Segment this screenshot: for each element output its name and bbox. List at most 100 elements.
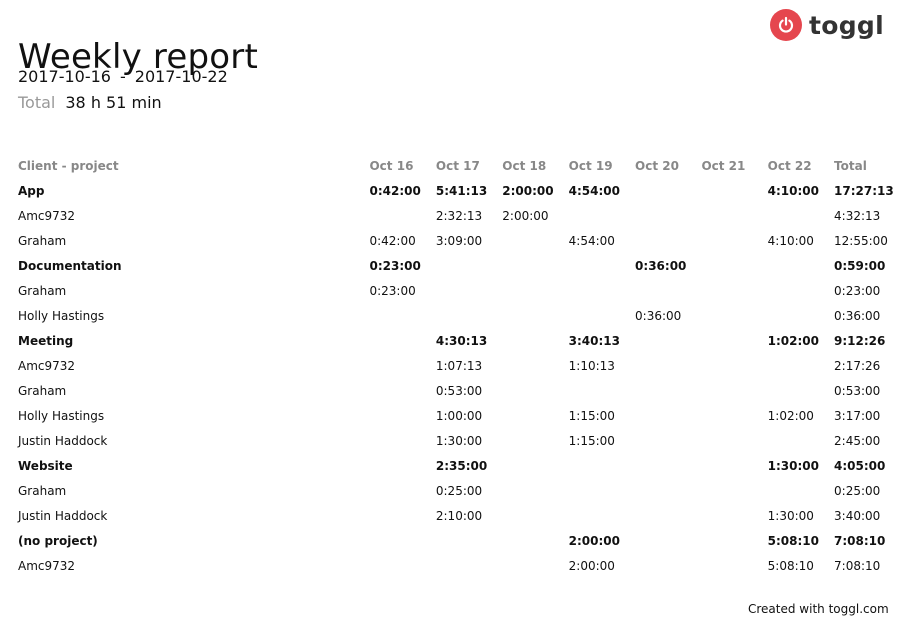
cell-oct-20 [635,178,701,203]
cell-oct-20 [635,353,701,378]
cell-total: 2:17:26 [834,358,881,373]
cell-oct-21 [701,528,767,553]
cell-oct-19 [569,278,635,303]
cell-oct-20: 0:36:00 [635,308,682,323]
cell-total: 3:40:00 [834,508,881,523]
cell-oct-18 [502,378,568,403]
cell-oct-22: 4:10:00 [767,233,814,248]
cell-oct-20 [635,378,701,403]
cell-oct-22: 1:02:00 [767,333,819,348]
project-row: Website 2:35:00 1:30:00 4:05:00 [18,453,898,478]
cell-oct-19: 2:00:00 [568,558,615,573]
cell-oct-18 [502,253,568,278]
cell-oct-22: 1:02:00 [767,408,814,423]
cell-oct-16 [369,378,435,403]
cell-total: 9:12:26 [834,333,886,348]
cell-total: 3:17:00 [834,408,881,423]
cell-client-project: Graham [18,383,67,398]
cell-oct-17: 0:53:00 [435,383,483,398]
report-table-body: App 0:42:00 5:41:13 2:00:00 4:54:00 4:10:00 17… [18,178,898,578]
cell-oct-22: 4:10:00 [767,183,819,198]
cell-oct-21 [701,303,767,328]
cell-oct-22: 5:08:10 [767,533,819,548]
client-row: Graham 0:23:00 0:23:00 [18,278,898,303]
cell-oct-21 [701,278,767,303]
client-row: Amc9732 2:32:13 2:00:00 4:32:13 [18,203,898,228]
cell-oct-19: 1:15:00 [568,408,615,423]
cell-total: 17:27:13 [834,183,894,198]
cell-oct-17: 5:41:13 [435,183,488,198]
cell-oct-18 [502,428,568,453]
column-header-oct-20: Oct 20 [635,159,679,173]
project-row: App 0:42:00 5:41:13 2:00:00 4:54:00 4:10:00 17… [18,178,898,203]
cell-oct-17 [436,528,502,553]
client-row: Graham 0:53:00 0:53:00 [18,378,898,403]
client-row: Holly Hastings 0:36:00 0:36:00 [18,303,898,328]
cell-total: 4:32:13 [834,208,881,223]
cell-oct-19: 4:54:00 [568,233,615,248]
cell-oct-22 [768,303,834,328]
cell-oct-21 [701,503,767,528]
logo-wordmark: toggl [809,10,884,40]
cell-oct-17 [436,253,502,278]
cell-oct-16 [369,403,435,428]
cell-total: 0:25:00 [834,483,881,498]
cell-oct-18 [502,278,568,303]
cell-oct-20 [635,228,701,253]
cell-oct-21 [701,428,767,453]
cell-client-project: Holly Hastings [18,408,105,423]
cell-oct-20 [635,328,701,353]
footer-credit: Created with toggl.com [748,602,889,616]
client-row: Graham 0:42:00 3:09:00 4:54:00 4:10:00 12:55:… [18,228,898,253]
cell-oct-21 [701,203,767,228]
column-header-oct-21: Oct 21 [701,159,746,173]
column-header-oct-18: Oct 18 [502,159,547,173]
cell-oct-22 [768,203,834,228]
cell-client-project: Amc9732 [18,558,76,573]
cell-total: 4:05:00 [834,458,886,473]
cell-oct-21 [701,403,767,428]
report-table: Client - project Oct 16 Oct 17 Oct 18 Oc… [18,154,898,578]
client-row: Justin Haddock 2:10:00 1:30:00 3:40:00 [18,503,898,528]
cell-oct-21 [701,228,767,253]
cell-total: 7:08:10 [834,558,881,573]
cell-total: 7:08:10 [834,533,886,548]
cell-oct-16 [369,353,435,378]
cell-oct-21 [701,378,767,403]
cell-oct-21 [701,178,767,203]
cell-total: 12:55:00 [834,233,888,248]
cell-oct-22 [768,378,834,403]
cell-client-project: Meeting [18,333,74,348]
cell-oct-22 [768,428,834,453]
cell-oct-18 [502,528,568,553]
cell-client-project: App [18,183,45,198]
cell-client-project: Documentation [18,258,122,273]
cell-oct-16: 0:42:00 [369,183,421,198]
cell-client-project: (no project) [18,533,98,548]
cell-oct-17: 2:35:00 [435,458,488,473]
cell-oct-19 [569,378,635,403]
cell-oct-18 [502,553,568,578]
date-range: 2017-10-16-2017-10-22 [18,67,228,86]
cell-oct-22: 1:30:00 [767,508,814,523]
cell-oct-19: 3:40:13 [568,333,621,348]
cell-client-project: Website [18,458,73,473]
cell-oct-21 [701,253,767,278]
column-header-oct-19: Oct 19 [568,159,613,173]
cell-oct-16 [369,478,435,503]
cell-total: 0:53:00 [834,383,881,398]
cell-oct-20 [635,503,701,528]
cell-oct-21 [701,553,767,578]
column-header-oct-22: Oct 22 [767,159,812,173]
cell-oct-22 [768,253,834,278]
power-icon [770,9,802,41]
cell-oct-19 [569,253,635,278]
cell-client-project: Amc9732 [18,358,76,373]
cell-oct-18 [502,353,568,378]
cell-oct-18 [502,403,568,428]
table-header-row: Client - project Oct 16 Oct 17 Oct 18 Oc… [18,154,898,178]
cell-oct-17 [436,278,502,303]
cell-oct-19 [569,478,635,503]
cell-client-project: Justin Haddock [18,433,108,448]
cell-oct-16 [369,503,435,528]
